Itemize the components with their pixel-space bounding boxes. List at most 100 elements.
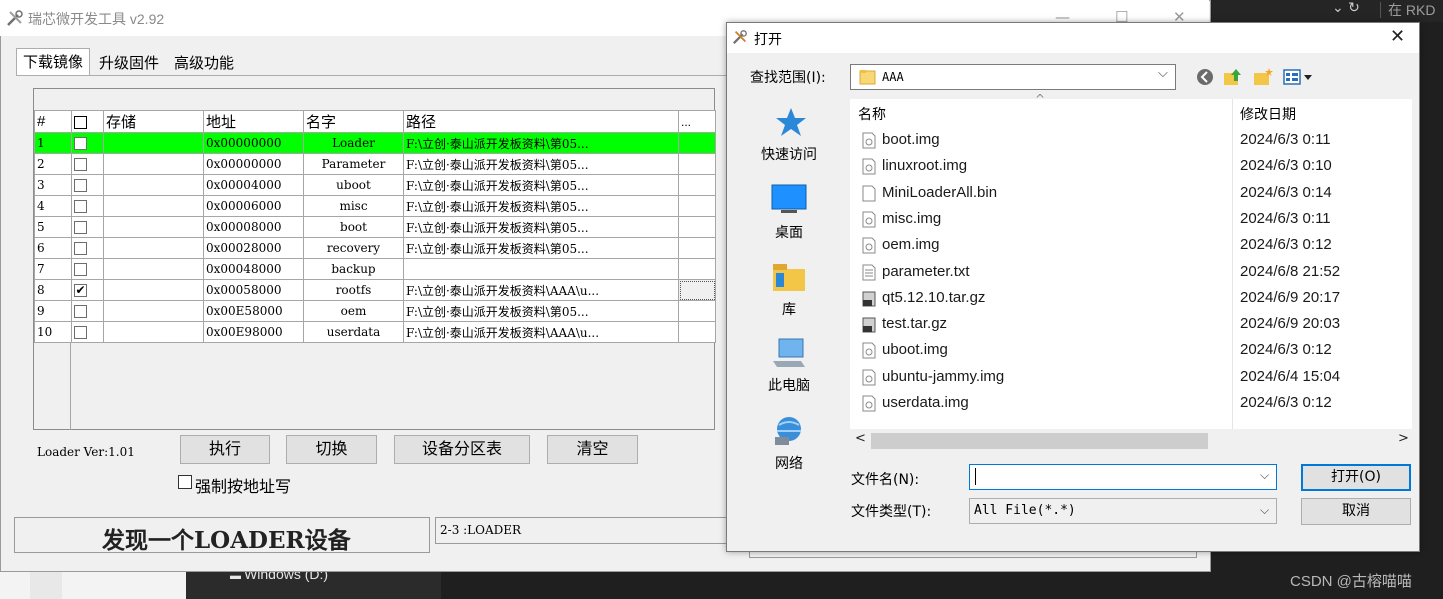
force-address-label[interactable]: 强制按地址写 [195,473,291,497]
row-select-checkbox[interactable] [74,200,87,213]
scroll-left-icon[interactable]: < [855,431,866,446]
table-row[interactable]: 6 0x00028000 recovery F:\立创·泰山派开发板资料\第05... [34,237,716,259]
new-folder-icon[interactable] [1252,66,1274,88]
list-item[interactable]: uboot.img 2024/6/3 0:12 [858,338,1408,364]
row-select-checkbox[interactable]: ✔ [74,284,87,297]
table-row[interactable]: 7 0x00048000 backup [34,258,716,280]
row-name: userdata [303,321,404,343]
row-select-checkbox[interactable] [74,305,87,318]
column-header-more[interactable]: ... [678,110,716,133]
table-row[interactable]: 9 0x00E58000 oem F:\立创·泰山派开发板资料\第05... [34,300,716,322]
scrollbar-thumb[interactable] [871,433,1208,449]
tab-download-image[interactable]: 下载镜像 [16,48,91,76]
open-button[interactable]: 打开(O) [1301,464,1411,491]
column-header-storage[interactable]: 存储 [103,110,204,133]
row-number: 9 [34,300,72,322]
table-row[interactable]: 5 0x00008000 boot F:\立创·泰山派开发板资料\第05... [34,216,716,238]
row-select-checkbox[interactable] [74,242,87,255]
chevron-down-icon[interactable]: ⌵ [1260,503,1269,518]
chevron-down-icon[interactable]: ⌵ [1260,468,1269,483]
row-select-checkbox[interactable] [74,179,87,192]
row-extra [678,237,716,259]
file-name: boot.img [882,131,940,148]
divider [1380,2,1381,18]
list-item[interactable]: parameter.txt 2024/6/8 21:52 [858,260,1408,286]
tab-advanced[interactable]: 高级功能 [170,51,238,75]
watermark: CSDN @古榕喵喵 [1290,573,1412,590]
table-row[interactable]: 2 0x00000000 Parameter F:\立创·泰山派开发板资料\第05..… [34,153,716,175]
cancel-button[interactable]: 取消 [1301,498,1411,525]
chevron-down-icon[interactable]: ⌵ [1158,66,1168,81]
row-number: 3 [34,174,72,196]
list-item[interactable]: oem.img 2024/6/3 0:12 [858,233,1408,259]
column-header-name[interactable]: 名称 [858,104,886,124]
table-row[interactable]: 3 0x00004000 uboot F:\立创·泰山派开发板资料\第05... [34,174,716,196]
tools-icon [7,10,23,26]
row-select-checkbox[interactable] [74,137,87,150]
list-item[interactable]: userdata.img 2024/6/3 0:12 [858,391,1408,417]
row-storage [103,216,204,238]
scroll-right-icon[interactable]: > [1398,431,1409,446]
table-row[interactable]: 8 ✔ 0x00058000 rootfs F:\立创·泰山派开发板资料\AAA\u..… [34,279,716,301]
file-date: 2024/6/3 0:12 [1240,394,1332,411]
row-path: F:\立创·泰山派开发板资料\第05... [403,195,679,217]
row-select-checkbox[interactable] [74,221,87,234]
back-icon[interactable] [1194,66,1216,88]
row-number: 4 [34,195,72,217]
file-date: 2024/6/3 0:11 [1240,131,1331,148]
row-address: 0x00E98000 [203,321,304,343]
place-label: 此电脑 [768,378,810,394]
row-name: backup [303,258,404,280]
row-path: F:\立创·泰山派开发板资料\第05... [403,237,679,259]
filename-input[interactable] [969,464,1277,490]
clear-button[interactable]: 清空 [547,435,638,464]
list-item[interactable]: test.tar.gz 2024/6/9 20:03 [858,312,1408,338]
table-row[interactable]: 1 0x00000000 Loader F:\立创·泰山派开发板资料\第05... [34,132,716,154]
row-name: boot [303,216,404,238]
list-item[interactable]: linuxroot.img 2024/6/3 0:10 [858,154,1408,180]
force-address-checkbox[interactable] [178,475,192,489]
file-name: linuxroot.img [882,157,968,175]
file-date: 2024/6/3 0:11 [1240,209,1331,227]
list-item[interactable]: misc.img 2024/6/3 0:11 [858,207,1408,233]
star-icon [776,108,806,136]
chevron-down-icon[interactable]: ⌄ ↻ [1332,0,1360,16]
tab-upgrade-firmware[interactable]: 升级固件 [95,51,163,75]
list-item[interactable]: MiniLoaderAll.bin 2024/6/3 0:14 [858,181,1408,207]
list-item[interactable]: boot.img 2024/6/3 0:11 [858,128,1408,154]
image-file-icon [862,395,876,412]
row-select-checkbox[interactable] [74,158,87,171]
column-header-path[interactable]: 路径 [403,110,679,133]
partition-table-button[interactable]: 设备分区表 [394,435,530,464]
table-row[interactable]: 10 0x00E98000 userdata F:\立创·泰山派开发板资料\AAA\u… [34,321,716,343]
row-path: F:\立创·泰山派开发板资料\第05... [403,153,679,175]
file-name: qt5.12.10.tar.gz [882,288,986,306]
close-icon[interactable]: ✕ [1390,26,1405,47]
row-select-checkbox[interactable] [74,263,87,276]
file-name: userdata.img [882,394,969,411]
row-name: Loader [303,132,404,154]
row-address: 0x00058000 [203,279,304,301]
list-item[interactable]: qt5.12.10.tar.gz 2024/6/9 20:17 [858,286,1408,312]
row-number: 2 [34,153,72,175]
archive-file-icon [862,316,876,333]
list-item[interactable]: ubuntu-jammy.img 2024/6/4 15:04 [858,365,1408,391]
column-header-date[interactable]: 修改日期 [1240,104,1296,124]
column-header-address[interactable]: 地址 [203,110,304,133]
column-header-name[interactable]: 名字 [303,110,404,133]
table-row[interactable]: 4 0x00006000 misc F:\立创·泰山派开发板资料\第05... [34,195,716,217]
select-all-checkbox[interactable] [74,115,87,129]
up-folder-icon[interactable] [1222,66,1244,88]
file-name: misc.img [882,209,942,227]
switch-button[interactable]: 切换 [286,435,377,464]
view-menu-icon[interactable] [1282,66,1316,88]
row-address: 0x00008000 [203,216,304,238]
run-button[interactable]: 执行 [180,435,270,464]
text-caret [975,468,976,485]
row-select-checkbox[interactable] [74,326,87,339]
filetype-value: All File(*.*) [974,503,1076,518]
column-header-num[interactable]: # [34,110,72,133]
row-path: F:\立创·泰山派开发板资料\AAA\u... [403,279,679,301]
column-header-check[interactable] [71,110,104,133]
look-in-label: 查找范围(I): [750,70,826,86]
